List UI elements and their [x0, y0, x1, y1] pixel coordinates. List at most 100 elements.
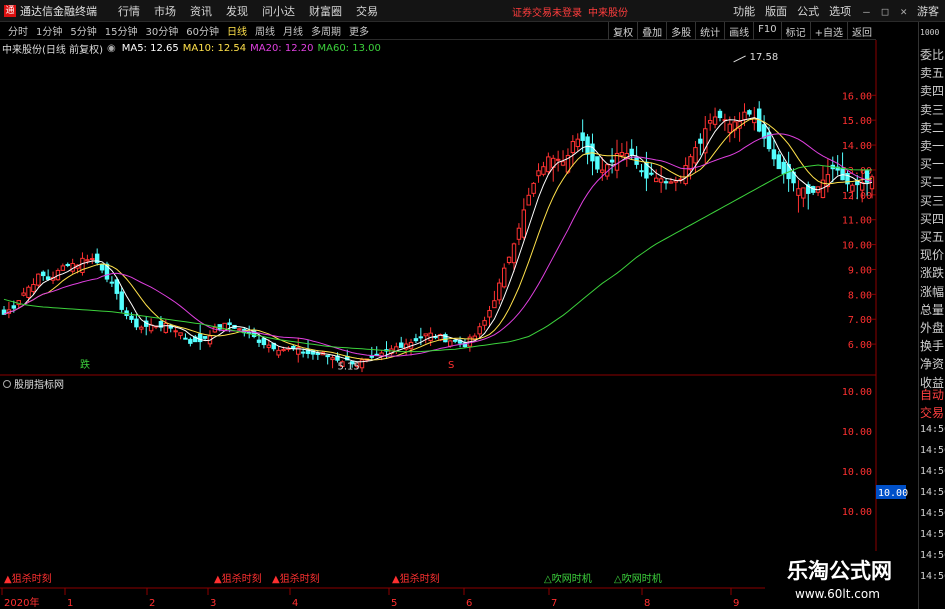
period-tab-8[interactable]: 月线 — [283, 23, 303, 38]
side-item-12: 涨跌 — [920, 266, 945, 281]
tool-button-3[interactable]: 统计 — [695, 22, 724, 40]
tool-button-5[interactable]: F10 — [753, 22, 780, 40]
candle-body — [178, 332, 183, 336]
candle-body — [663, 181, 669, 184]
candle-body — [281, 348, 286, 352]
side-time-6: 14:56 — [920, 550, 945, 561]
period-tab-1[interactable]: 1分钟 — [36, 23, 62, 38]
menu-item-1[interactable]: 市场 — [154, 3, 176, 19]
candle-body — [619, 152, 625, 156]
side-item-2: 卖四 — [920, 84, 945, 99]
menu-item-2[interactable]: 资讯 — [190, 3, 212, 19]
side-item-15: 外盘 — [920, 321, 945, 335]
x-month-8: 8 — [644, 598, 650, 609]
candle-body — [60, 265, 66, 271]
tool-button-4[interactable]: 画线 — [724, 22, 753, 40]
candle-body — [516, 227, 522, 240]
candle-body — [300, 351, 306, 354]
candle-body — [291, 345, 296, 349]
tool-button-7[interactable]: +自选 — [809, 22, 847, 40]
side-item-9: 买四 — [920, 211, 945, 226]
period-tab-5[interactable]: 60分钟 — [186, 23, 219, 38]
tool-button-2[interactable]: 多股 — [666, 22, 695, 40]
period-tab-7[interactable]: 周线 — [255, 23, 275, 38]
tool-button-6[interactable]: 标记 — [780, 22, 810, 40]
menu-item-3[interactable]: 发现 — [226, 3, 248, 19]
candle-body — [36, 273, 41, 286]
maximize-icon[interactable]: □ — [882, 5, 889, 18]
candle-body — [452, 339, 458, 342]
side-item-8: 买三 — [920, 193, 945, 208]
candle-body — [65, 263, 70, 266]
side-item-0: 委比 — [920, 48, 945, 62]
signal-label-5: △吹网时机 — [614, 572, 662, 585]
candle-body — [541, 166, 546, 175]
kline-chart[interactable]: 16.0015.0014.0013.0012.0011.0010.009.008… — [0, 40, 918, 609]
candle-body — [261, 337, 267, 346]
period-tab-3[interactable]: 15分钟 — [105, 23, 138, 38]
period-tab-4[interactable]: 30分钟 — [145, 23, 178, 38]
side-item-11: 现价 — [920, 248, 945, 263]
tool-button-8[interactable]: 返回 — [847, 22, 876, 40]
y-tick-label-7: 9.00 — [848, 265, 872, 276]
side-item-3: 卖三 — [920, 102, 945, 117]
tool-button-0[interactable]: 复权 — [608, 22, 637, 40]
y-tick-label-6: 10.00 — [842, 241, 872, 252]
period-tab-0[interactable]: 分时 — [8, 23, 28, 38]
candle-body — [109, 281, 115, 284]
menu-options[interactable]: 选项 — [829, 3, 851, 19]
subchart-title: 股朋指标网 — [14, 378, 64, 391]
sub-y-tick-1: 10.00 — [842, 427, 872, 438]
menu-item-0[interactable]: 行情 — [118, 3, 140, 19]
menu-layout[interactable]: 版面 — [765, 3, 787, 19]
menu-function[interactable]: 功能 — [733, 3, 755, 19]
period-tab-2[interactable]: 5分钟 — [70, 23, 96, 38]
candle-body — [801, 187, 806, 199]
candle-body — [688, 156, 693, 171]
candle-body — [707, 120, 713, 124]
candle-body — [570, 141, 576, 154]
trade-notice[interactable]: 证券交易未登录 中来股份 — [512, 4, 628, 19]
side-time-7: 14:56 — [920, 571, 945, 582]
candle-body — [560, 161, 566, 166]
watermark: 乐淘公式网 www.60lt.com — [765, 551, 918, 609]
candle-body — [183, 337, 188, 340]
candle-body — [325, 355, 330, 358]
candle-body — [555, 158, 561, 161]
candle-body — [26, 286, 31, 298]
candle-body — [497, 282, 502, 301]
tool-button-1[interactable]: 叠加 — [637, 22, 666, 40]
signal-label-1: ▲狙杀时刻 — [214, 572, 262, 585]
menu-formula[interactable]: 公式 — [797, 3, 819, 19]
side-time-1: 14:56 — [920, 445, 945, 456]
candle-body — [585, 136, 590, 155]
candle-body — [654, 177, 659, 183]
candle-body — [531, 182, 536, 194]
signal-label-2: ▲狙杀时刻 — [272, 572, 320, 585]
side-item-14: 总量 — [920, 302, 945, 317]
candle-body — [266, 344, 272, 348]
trade-notice-text: 证券交易未登录 — [512, 8, 582, 19]
period-tab-9[interactable]: 多周期 — [311, 23, 341, 38]
menu-item-6[interactable]: 交易 — [356, 3, 378, 19]
menu-item-5[interactable]: 财富圈 — [309, 3, 342, 19]
candle-body — [492, 300, 497, 309]
candle-body — [511, 243, 517, 264]
side-top-number: 1000 — [920, 28, 940, 37]
minimize-icon[interactable]: — — [863, 5, 870, 18]
side-item-7: 买二 — [920, 175, 945, 190]
side-item-13: 涨幅 — [920, 284, 945, 299]
close-icon[interactable]: ✕ — [900, 5, 907, 18]
subchart-gear-icon — [3, 380, 11, 388]
side-time-0: 14:56 — [920, 424, 945, 435]
x-month-5: 5 — [391, 598, 397, 609]
candle-body — [580, 132, 585, 141]
period-tab-6[interactable]: 日线 — [227, 23, 247, 38]
signal-label-3: ▲狙杀时刻 — [392, 572, 440, 585]
y-tick-label-1: 15.00 — [842, 116, 872, 127]
period-tab-10[interactable]: 更多 — [349, 23, 369, 38]
menu-guest[interactable]: 游客 — [917, 3, 939, 19]
candle-body — [99, 263, 105, 271]
side-item-16: 换手 — [920, 339, 945, 354]
menu-item-4[interactable]: 问小达 — [262, 3, 295, 19]
